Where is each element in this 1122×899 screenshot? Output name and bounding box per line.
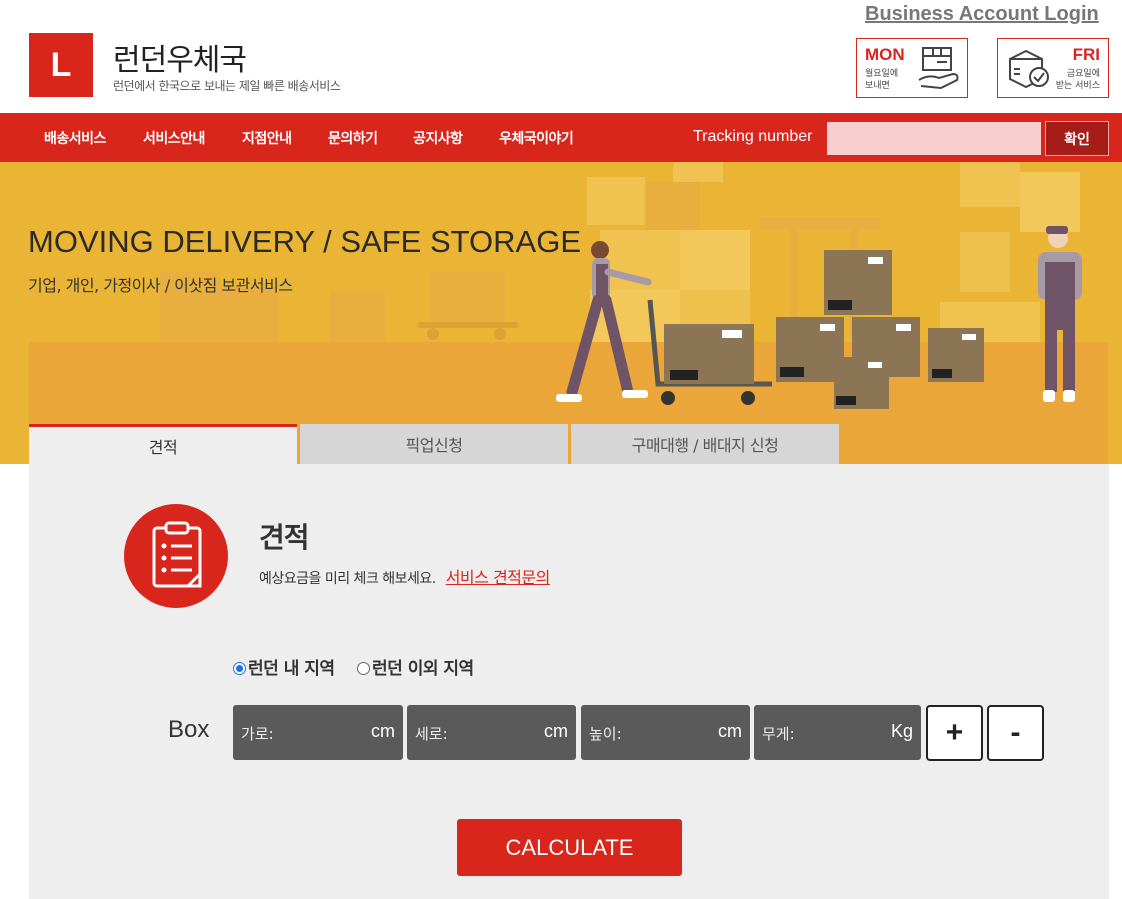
length-field[interactable]: 세로: cm — [407, 705, 576, 760]
add-box-button[interactable]: + — [926, 705, 983, 761]
business-login-link[interactable]: Business Account Login — [865, 3, 1099, 26]
nav-item-service-guide[interactable]: 서비스안내 — [143, 128, 205, 148]
nav-item-delivery-service[interactable]: 배송서비스 — [44, 128, 106, 148]
calculate-button[interactable]: CALCULATE — [457, 819, 682, 876]
tracking-confirm-button[interactable]: 확인 — [1045, 121, 1109, 156]
width-field-unit: cm — [371, 721, 395, 741]
brand-tagline: 런던에서 한국으로 보내는 제일 빠른 배송서비스 — [113, 79, 341, 93]
warehouse-illustration — [0, 162, 1122, 464]
package-hand-icon — [918, 47, 959, 90]
weight-field[interactable]: 무게: Kg — [754, 705, 921, 760]
promo-fri-line2: 받는 서비스 — [1055, 81, 1100, 91]
logo-icon[interactable]: L — [29, 33, 93, 97]
hero-title: MOVING DELIVERY / SAFE STORAGE — [28, 224, 581, 259]
quote-title: 견적 — [259, 521, 310, 554]
height-field-unit: cm — [718, 721, 742, 741]
tab-quote[interactable]: 견적 — [29, 424, 297, 464]
quote-description-text: 예상요금을 미리 체크 해보세요. — [259, 571, 436, 587]
clipboard-icon — [124, 504, 228, 608]
length-field-unit: cm — [544, 721, 568, 741]
region-outside-radio[interactable] — [357, 662, 370, 675]
brand-name[interactable]: 런던우체국 — [113, 35, 247, 79]
service-quote-inquiry-link[interactable]: 서비스 견적문의 — [446, 568, 551, 587]
box-label: Box — [168, 716, 210, 743]
nav-item-inquiry[interactable]: 문의하기 — [328, 128, 378, 148]
promo-fri-line1: 금요일에 — [1066, 69, 1100, 79]
promo-mon-line2: 보내면 — [865, 81, 890, 91]
region-option-outside-london[interactable]: 런던 이외 지역 — [357, 654, 474, 679]
main-nav: 배송서비스 서비스안내 지점안내 문의하기 공지사항 우체국이야기 Tracki… — [0, 113, 1122, 162]
nav-item-post-story[interactable]: 우체국이야기 — [499, 128, 574, 148]
promo-fri-day: FRI — [1072, 45, 1100, 64]
promo-monday-banner[interactable]: MON 월요일에 보내면 — [856, 38, 968, 98]
quote-panel: 견적 예상요금을 미리 체크 해보세요. 서비스 견적문의 런던 내 지역 런던… — [29, 464, 1109, 899]
promo-mon-day: MON — [865, 45, 905, 64]
length-field-label: 세로: — [415, 725, 448, 743]
site-header: Business Account Login L 런던우체국 런던에서 한국으로… — [0, 0, 1122, 113]
tab-pickup-request[interactable]: 픽업신청 — [300, 424, 568, 464]
nav-item-notice[interactable]: 공지사항 — [413, 128, 463, 148]
quote-description: 예상요금을 미리 체크 해보세요. 서비스 견적문의 — [259, 564, 550, 588]
height-field[interactable]: 높이: cm — [581, 705, 750, 760]
width-field-label: 가로: — [241, 725, 274, 743]
tracking-input[interactable] — [827, 122, 1041, 155]
height-field-label: 높이: — [589, 725, 622, 743]
package-check-icon — [1009, 49, 1049, 89]
promo-mon-line1: 월요일에 — [865, 69, 899, 79]
tab-purchase-agency[interactable]: 구매대행 / 배대지 신청 — [571, 424, 839, 464]
region-london-radio[interactable] — [233, 662, 246, 675]
region-outside-label: 런던 이외 지역 — [372, 659, 474, 679]
weight-field-unit: Kg — [890, 721, 913, 741]
hero-banner: MOVING DELIVERY / SAFE STORAGE 기업, 개인, 가… — [0, 162, 1122, 464]
hero-subtitle: 기업, 개인, 가정이사 / 이삿짐 보관서비스 — [28, 276, 293, 295]
region-option-london[interactable]: 런던 내 지역 — [233, 654, 335, 679]
remove-box-button[interactable]: - — [987, 705, 1044, 761]
region-london-label: 런던 내 지역 — [248, 659, 335, 679]
width-field[interactable]: 가로: cm — [233, 705, 403, 760]
nav-item-branch-guide[interactable]: 지점안내 — [242, 128, 292, 148]
weight-field-label: 무게: — [762, 725, 795, 743]
tracking-label: Tracking number — [693, 128, 813, 145]
promo-friday-banner[interactable]: FRI 금요일에 받는 서비스 — [997, 38, 1109, 98]
